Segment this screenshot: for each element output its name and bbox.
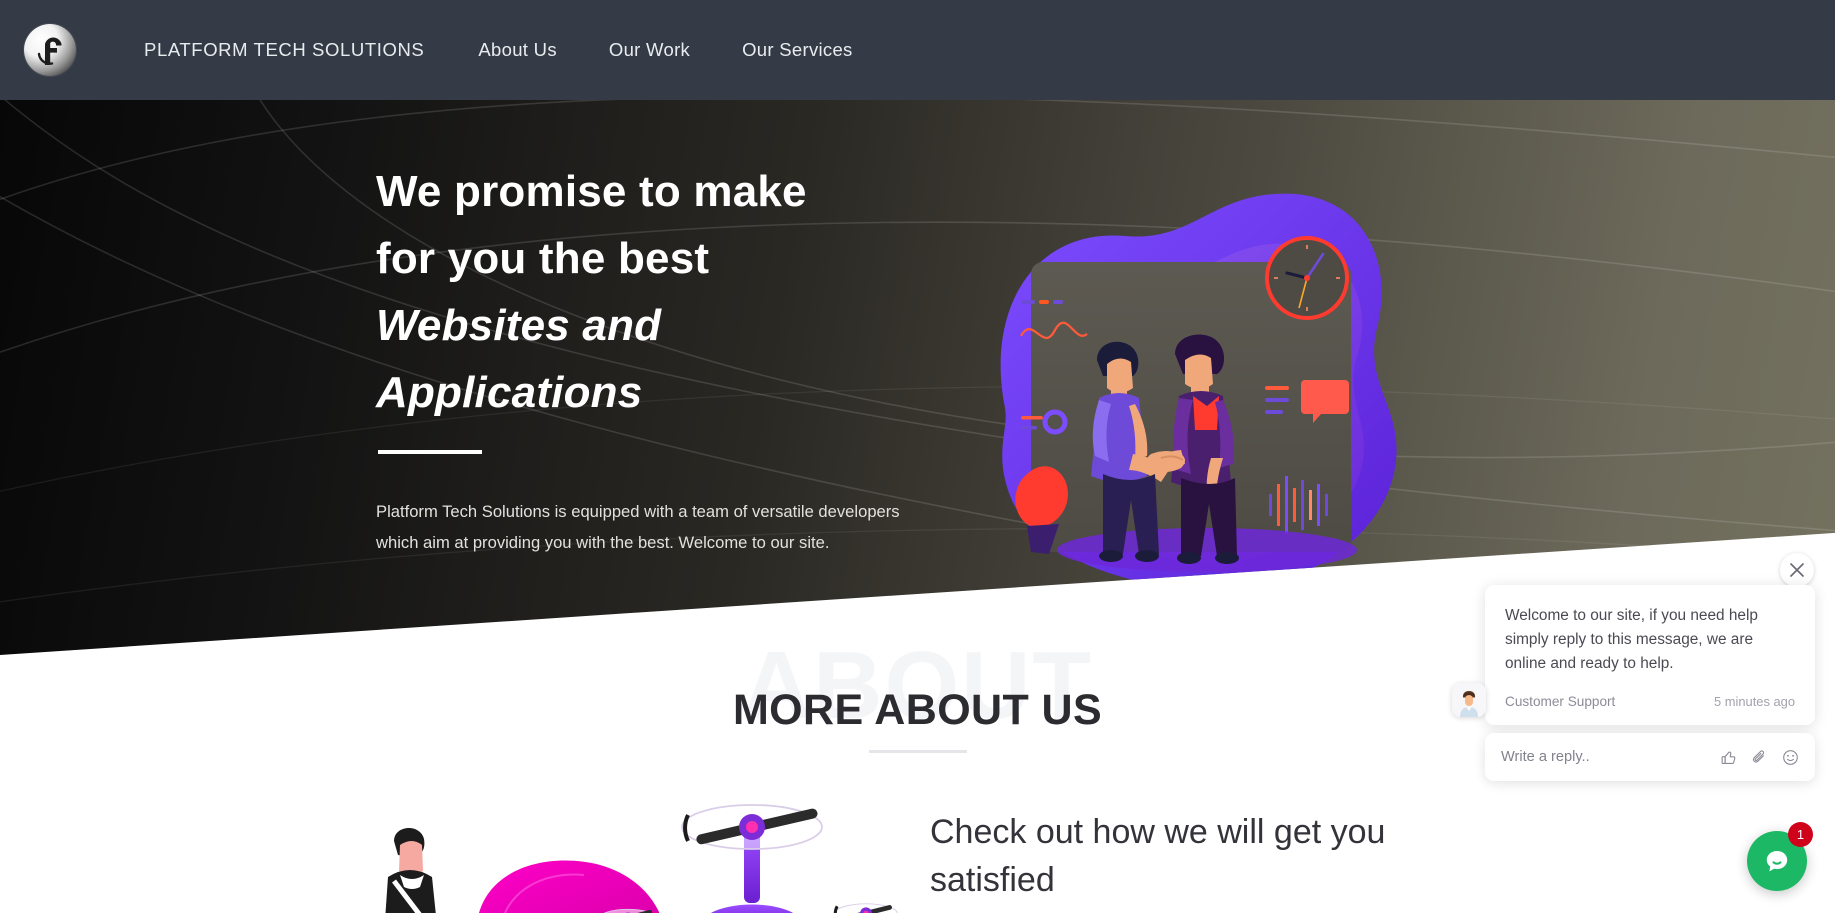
- hero-copy: We promise to make for you the best Webs…: [376, 158, 936, 558]
- hero-heading: We promise to make for you the best Webs…: [376, 158, 936, 426]
- nav-link-our-services[interactable]: Our Services: [742, 39, 853, 61]
- thumbs-up-icon[interactable]: [1720, 749, 1737, 766]
- landing-page: PLATFORM TECH SOLUTIONS About Us Our Wor…: [0, 0, 1835, 913]
- nav-links: PLATFORM TECH SOLUTIONS About Us Our Wor…: [144, 39, 853, 61]
- chat-timestamp: 5 minutes ago: [1714, 694, 1795, 709]
- hero-paragraph: Platform Tech Solutions is equipped with…: [376, 502, 900, 552]
- chat-reply-input[interactable]: [1501, 749, 1720, 765]
- chat-message-meta: Customer Support 5 minutes ago: [1505, 694, 1795, 709]
- site-logo[interactable]: [24, 24, 76, 76]
- hero-divider: [378, 450, 482, 454]
- chat-reply-icons: [1720, 749, 1799, 766]
- about-divider: [868, 750, 967, 753]
- about-illustration: [380, 795, 900, 913]
- hero-heading-line-3: Websites and: [376, 301, 662, 350]
- close-icon[interactable]: [1780, 553, 1814, 587]
- chat-message-card: Welcome to our site, if you need help si…: [1452, 585, 1815, 725]
- hero-heading-line-1: We promise to make: [376, 167, 807, 216]
- about-heading: Check out how we will get you satisfied: [930, 813, 1386, 899]
- chat-message-text: Welcome to our site, if you need help si…: [1505, 607, 1758, 672]
- paperclip-icon[interactable]: [1751, 749, 1768, 766]
- chat-reply-bar[interactable]: [1485, 733, 1815, 781]
- chat-widget: Welcome to our site, if you need help si…: [1452, 553, 1835, 913]
- nav-link-our-work[interactable]: Our Work: [609, 39, 690, 61]
- chat-unread-badge[interactable]: 1: [1788, 822, 1813, 847]
- top-navigation-bar: PLATFORM TECH SOLUTIONS About Us Our Wor…: [0, 0, 1835, 100]
- hero-illustration: [975, 158, 1425, 618]
- nav-link-platform-tech-solutions[interactable]: PLATFORM TECH SOLUTIONS: [144, 39, 424, 61]
- nav-link-about-us[interactable]: About Us: [478, 39, 557, 61]
- hero-heading-line-2: for you the best: [376, 234, 710, 283]
- hero-heading-line-4: Applications: [376, 368, 643, 417]
- customer-support-avatar: [1452, 683, 1486, 717]
- emoji-icon[interactable]: [1782, 749, 1799, 766]
- chat-author: Customer Support: [1505, 694, 1616, 709]
